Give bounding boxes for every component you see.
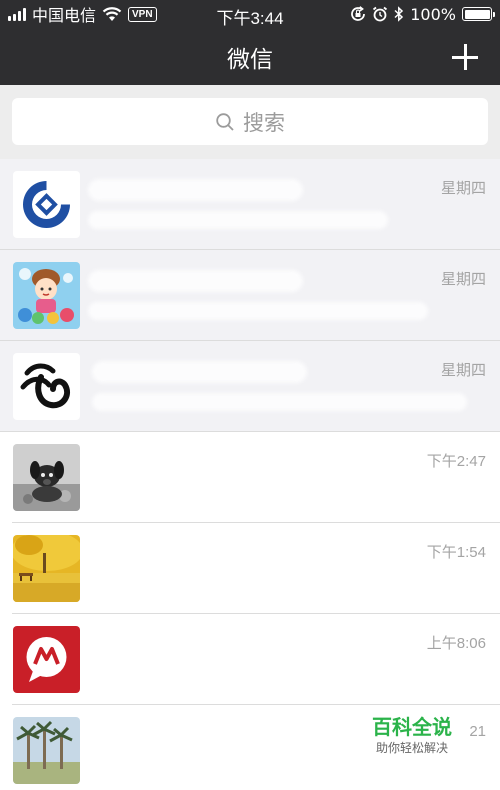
chat-item[interactable]: 上午8:06 (0, 614, 500, 705)
chat-item[interactable]: 星期四 (0, 250, 500, 341)
blurred-name (88, 179, 303, 201)
chat-time: 下午2:47 (426, 453, 486, 470)
plus-icon[interactable] (452, 44, 478, 70)
chat-item[interactable]: 星期四 (0, 341, 500, 432)
search-input[interactable]: 搜索 (12, 98, 488, 145)
bank-logo-avatar (13, 171, 80, 238)
dog-photo-avatar (13, 444, 80, 511)
status-bar: 中国电信 VPN 下午3:44 100% (0, 0, 500, 28)
nav-bar: 微信 (0, 28, 500, 85)
palm-trees-photo-avatar (13, 717, 80, 784)
battery-icon (462, 7, 495, 21)
chat-time: 星期四 (440, 180, 486, 197)
blurred-name (92, 361, 307, 383)
watermark-subtitle: 助你轻松解决 (375, 741, 448, 755)
chat-list: 星期四 星期四 星期四 下午2:47 下午1:54 上午8:06 21 (0, 159, 500, 790)
battery-percent: 100% (410, 4, 456, 24)
rotation-lock-icon (351, 6, 366, 21)
battery-level (464, 9, 490, 19)
red-chat-logo-avatar (13, 626, 80, 693)
chat-item[interactable]: 下午1:54 (0, 523, 500, 614)
chat-time: 星期四 (440, 271, 486, 288)
chat-time: 21 (469, 723, 486, 740)
chat-time: 下午1:54 (426, 544, 486, 561)
watermark-title: 百科全说 (372, 715, 452, 739)
blurred-message (88, 302, 428, 320)
blurred-message (88, 211, 388, 229)
autumn-tree-photo-avatar (13, 535, 80, 602)
search-placeholder: 搜索 (243, 110, 285, 135)
search-area: 搜索 (0, 85, 500, 159)
status-right: 100% (350, 4, 495, 24)
bluetooth-icon (394, 6, 404, 22)
chat-time: 星期四 (440, 362, 486, 379)
page-title: 微信 (227, 47, 273, 73)
watermark: 百科全说 助你轻松解决 (362, 714, 462, 756)
ink-logo-avatar (13, 353, 80, 420)
alarm-icon (373, 6, 388, 22)
chat-item[interactable]: 星期四 (0, 159, 500, 250)
cartoon-girl-avatar (13, 262, 80, 329)
blurred-name (88, 270, 303, 292)
blurred-message (92, 393, 467, 411)
chat-item[interactable]: 下午2:47 (0, 432, 500, 523)
search-icon (216, 112, 234, 131)
chat-time: 上午8:06 (426, 635, 486, 652)
